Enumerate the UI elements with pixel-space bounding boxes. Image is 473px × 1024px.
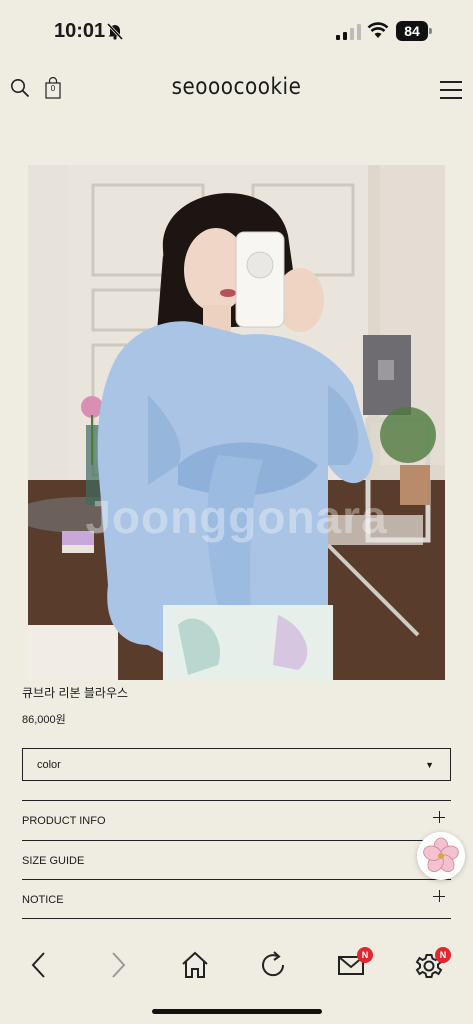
accordion-size-guide[interactable]: SIZE GUIDE	[22, 840, 451, 880]
settings-button[interactable]: N	[413, 947, 451, 981]
search-icon[interactable]	[10, 78, 30, 98]
home-icon[interactable]	[179, 949, 211, 981]
flower-icon	[423, 837, 459, 873]
browser-toolbar: N N	[0, 935, 473, 995]
logo[interactable]: seooocookie	[150, 72, 323, 100]
status-time: 10:01	[54, 20, 106, 42]
site-header: 0 seooocookie	[0, 60, 473, 120]
forward-icon[interactable]	[102, 949, 134, 981]
accordion-label: PRODUCT INFO	[22, 815, 106, 827]
wifi-icon	[367, 22, 389, 38]
product-name: 큐브라 리본 블라우스	[22, 686, 129, 700]
option-label: color	[37, 759, 61, 771]
settings-badge: N	[435, 947, 451, 963]
battery-icon: 84	[396, 21, 432, 41]
bell-off-icon	[106, 22, 124, 40]
menu-icon[interactable]	[440, 81, 462, 99]
watermark: Joonggonara	[85, 491, 388, 543]
mail-button[interactable]: N	[336, 947, 373, 981]
cart-icon[interactable]: 0	[44, 76, 62, 99]
accordion-label: SIZE GUIDE	[22, 855, 85, 867]
color-option-select[interactable]: color ▼	[22, 748, 451, 781]
divider	[22, 918, 451, 919]
home-indicator	[152, 1009, 322, 1014]
back-icon[interactable]	[24, 949, 56, 981]
flower-chat-button[interactable]	[417, 832, 465, 880]
plus-icon[interactable]	[433, 811, 445, 823]
signal-icon	[336, 24, 361, 40]
product-image: Joonggonara	[28, 165, 445, 680]
plus-icon[interactable]	[433, 890, 445, 902]
accordion-notice[interactable]: NOTICE	[22, 879, 451, 919]
battery-level: 84	[396, 21, 428, 41]
product-price: 86,000원	[22, 714, 66, 726]
accordion-product-info[interactable]: PRODUCT INFO	[22, 800, 451, 840]
reload-icon[interactable]	[257, 949, 289, 981]
mail-badge: N	[357, 947, 373, 963]
dropdown-arrow-icon: ▼	[425, 760, 434, 770]
cart-count: 0	[50, 84, 56, 93]
status-bar: 10:01 84	[0, 0, 473, 60]
accordion-label: NOTICE	[22, 894, 64, 906]
